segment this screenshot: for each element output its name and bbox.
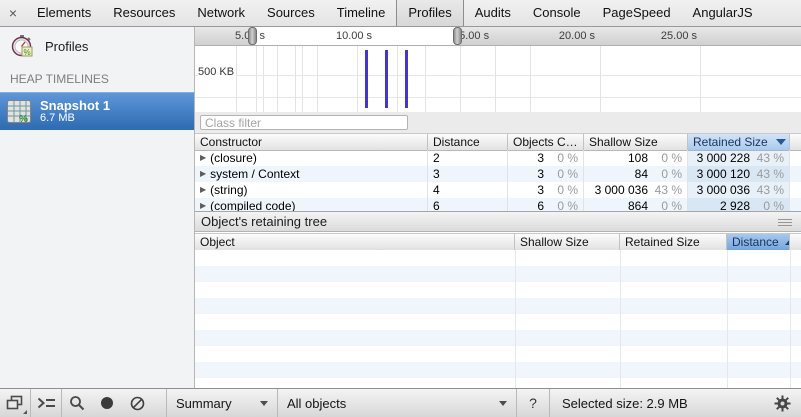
disclosure-icon[interactable]: ▶ [200, 198, 206, 211]
disclosure-icon[interactable]: ▶ [200, 166, 206, 182]
column-header-shallow-size[interactable]: Shallow Size [584, 134, 688, 150]
gridline [397, 46, 398, 112]
ruler-tick: 25.00 s [647, 30, 697, 42]
tab-timeline[interactable]: Timeline [326, 0, 397, 26]
column-separator [620, 250, 621, 388]
sort-desc-icon [776, 139, 786, 145]
gridline [530, 46, 531, 112]
stopwatch-icon: % [10, 34, 34, 58]
tab-sources[interactable]: Sources [256, 0, 326, 26]
disclosure-icon[interactable]: ▶ [200, 182, 206, 198]
dock-side-button[interactable] [0, 389, 30, 417]
sidebar-profiles-label: Profiles [45, 39, 88, 54]
statusbar: Summary All objects ? Selected size: 2.9… [0, 388, 801, 417]
column-header-distance[interactable]: Distance [428, 134, 508, 150]
ruler-tick: 10.00 s [327, 30, 381, 42]
ruler-tick: 5.00 s [215, 30, 265, 42]
tab-elements[interactable]: Elements [26, 0, 102, 26]
table-row-closure[interactable]: ▶(closure) 2 30 % 1080 % 3 000 22843 % [195, 150, 801, 166]
column-separator [790, 250, 791, 388]
constructors-table-header: Constructor Distance Objects C… Shallow … [195, 133, 801, 151]
tab-network[interactable]: Network [186, 0, 256, 26]
tab-pagespeed[interactable]: PageSpeed [592, 0, 682, 26]
disclosure-icon[interactable]: ▶ [200, 150, 206, 166]
gridline [277, 46, 278, 112]
graph-y-axis-label: 500 KB [198, 66, 236, 78]
column-separator [515, 250, 516, 388]
settings-gear-button[interactable] [763, 389, 801, 417]
devtools-window: × Elements Resources Network Sources Tim… [0, 0, 801, 417]
table-row-compiled-code[interactable]: ▶(compiled code) 6 60 % 8640 % 2 9280 % [195, 198, 801, 211]
class-filter-bar [195, 112, 801, 133]
snapshot-title: Snapshot 1 [40, 99, 110, 112]
sidebar-item-snapshot-1[interactable]: % Snapshot 1 6.7 MB [0, 92, 194, 130]
svg-text:%: % [19, 114, 28, 125]
gridline [295, 46, 296, 112]
heap-allocation-bar [365, 50, 368, 108]
gridline [700, 46, 701, 112]
heap-timelines-section-header: HEAP TIMELINES [0, 64, 194, 92]
close-icon[interactable]: × [0, 0, 26, 26]
column-header-shallow-size[interactable]: Shallow Size [515, 234, 620, 250]
column-header-distance[interactable]: Distance [727, 234, 790, 250]
gridline [357, 46, 358, 112]
tab-profiles[interactable]: Profiles [396, 0, 463, 26]
chevron-down-icon [499, 401, 507, 406]
column-header-spacer [790, 134, 801, 150]
gridline [317, 46, 318, 112]
tab-angularjs[interactable]: AngularJS [682, 0, 764, 26]
gridline [425, 46, 426, 112]
retaining-tree-splitter[interactable]: Object's retaining tree [195, 211, 801, 232]
heap-allocation-bar [385, 50, 388, 108]
gridline [495, 46, 496, 112]
record-button[interactable] [92, 389, 122, 417]
retaining-tree-header: Object Shallow Size Retained Size Distan… [195, 233, 801, 251]
devtools-tabbar: × Elements Resources Network Sources Tim… [0, 0, 801, 27]
timeline-overview-ruler[interactable]: 5.00 s 10.00 s 15.00 s 20.00 s 25.00 s [195, 27, 801, 46]
search-button[interactable] [62, 389, 92, 417]
column-header-retained-size[interactable]: Retained Size [688, 134, 790, 150]
gridline [236, 46, 237, 112]
sidebar-item-profiles[interactable]: % Profiles [0, 27, 194, 64]
selection-right-handle[interactable] [453, 27, 462, 45]
ruler-tick: 20.00 s [545, 30, 595, 42]
objects-filter-select[interactable]: All objects [278, 389, 516, 417]
selection-left-handle[interactable] [248, 27, 257, 45]
svg-text:%: % [24, 48, 31, 57]
tab-resources[interactable]: Resources [102, 0, 186, 26]
gridline [195, 75, 801, 76]
heap-allocation-bar [405, 50, 408, 108]
help-button[interactable]: ? [517, 395, 549, 411]
gridline [600, 46, 601, 112]
clear-button[interactable] [122, 389, 152, 417]
gridline [256, 46, 257, 112]
heap-timeline-graph[interactable]: 500 KB [195, 46, 801, 113]
column-separator [727, 250, 728, 388]
column-header-retained-size[interactable]: Retained Size [620, 234, 727, 250]
tab-console[interactable]: Console [522, 0, 592, 26]
view-mode-select[interactable]: Summary [167, 389, 277, 417]
class-filter-input[interactable] [200, 115, 408, 130]
column-header-constructor[interactable]: Constructor [195, 134, 428, 150]
selected-size-status: Selected size: 2.9 MB [550, 396, 700, 411]
show-console-button[interactable] [31, 389, 61, 417]
gridline [302, 46, 303, 112]
snapshot-size: 6.7 MB [40, 112, 110, 125]
gridline [195, 97, 801, 98]
column-header-spacer [790, 234, 801, 250]
long-press-indicator [23, 410, 27, 414]
table-row-string[interactable]: ▶(string) 4 30 % 3 000 03643 % 3 000 036… [195, 182, 801, 198]
column-header-objects-count[interactable]: Objects C… [508, 134, 584, 150]
table-row-system-context[interactable]: ▶system / Context 3 30 % 840 % 3 000 120… [195, 166, 801, 182]
snapshot-icon: % [6, 98, 32, 125]
chevron-down-icon [260, 401, 268, 406]
resize-grip-icon[interactable] [778, 219, 792, 226]
tab-audits[interactable]: Audits [464, 0, 522, 26]
retaining-tree-body[interactable] [195, 250, 801, 388]
gridline [263, 46, 264, 112]
retaining-tree-title: Object's retaining tree [201, 214, 327, 229]
profiles-sidebar: % Profiles HEAP TIMELINES % Sn [0, 27, 195, 388]
column-header-object[interactable]: Object [195, 234, 515, 250]
gridline [460, 46, 461, 112]
